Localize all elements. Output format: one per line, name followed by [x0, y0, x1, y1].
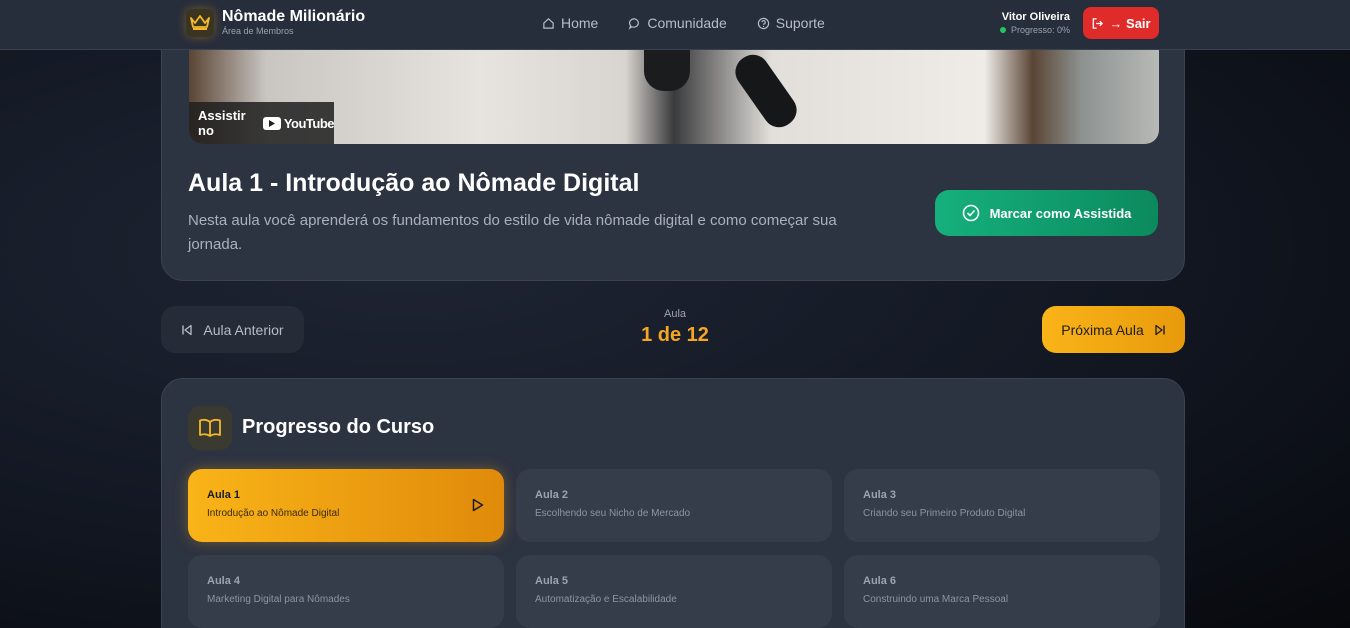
logout-label: → Sair — [1109, 15, 1151, 31]
crown-icon — [186, 8, 214, 37]
lesson-item-5[interactable]: Aula 5 Automatização e Escalabilidade — [516, 555, 832, 628]
lesson-number: Aula 4 — [207, 575, 241, 587]
play-icon — [472, 498, 484, 512]
nav-community-label: Comunidade — [647, 15, 727, 31]
lesson-card: Assistir no YouTube Aula 1 - Introdução … — [161, 20, 1185, 281]
user-progress-text: Progresso: 0% — [1010, 25, 1070, 35]
nav-support-label: Suporte — [775, 15, 825, 31]
previous-lesson-label: Aula Anterior — [203, 321, 284, 338]
check-circle-icon — [962, 204, 979, 222]
lesson-number: Aula 6 — [863, 575, 897, 587]
lesson-counter-label: Aula — [663, 308, 687, 320]
lesson-name: Marketing Digital para Nômades — [207, 594, 350, 605]
video-frame-detail-2 — [729, 48, 803, 134]
lesson-name: Automatização e Escalabilidade — [535, 594, 677, 605]
lesson-item-2[interactable]: Aula 2 Escolhendo seu Nicho de Mercado — [516, 469, 832, 542]
brand-subtitle: Área de Membros — [222, 26, 294, 36]
previous-lesson-button[interactable]: Aula Anterior — [161, 306, 304, 353]
top-header: Nômade Milionário Área de Membros Home C… — [0, 0, 1350, 50]
lesson-number: Aula 5 — [535, 575, 569, 587]
next-lesson-button[interactable]: Próxima Aula — [1042, 306, 1185, 353]
lesson-item-1[interactable]: Aula 1 Introdução ao Nômade Digital — [188, 469, 504, 542]
chat-icon — [629, 17, 640, 30]
lesson-name: Escolhendo seu Nicho de Mercado — [535, 508, 691, 519]
nav-community[interactable]: Comunidade — [628, 15, 727, 31]
lesson-name: Construindo uma Marca Pessoal — [863, 594, 1009, 605]
logout-button[interactable]: → Sair — [1083, 7, 1159, 39]
main-nav: Home Comunidade Suporte — [542, 15, 825, 31]
youtube-label: YouTube — [283, 115, 335, 131]
nav-home[interactable]: Home — [542, 15, 598, 31]
progress-title: Progresso do Curso — [242, 416, 435, 438]
lesson-item-3[interactable]: Aula 3 Criando seu Primeiro Produto Digi… — [844, 469, 1160, 542]
book-icon — [188, 406, 232, 450]
skip-back-icon — [182, 324, 193, 335]
nav-home-label: Home — [561, 15, 599, 31]
lesson-name: Criando seu Primeiro Produto Digital — [863, 508, 1026, 519]
user-name: Vitor Oliveira — [1001, 11, 1070, 23]
course-progress-card: Progresso do Curso Aula 1 Introdução ao … — [161, 378, 1185, 628]
help-icon — [757, 17, 769, 29]
lesson-number: Aula 3 — [863, 489, 897, 501]
youtube-play-icon — [262, 116, 281, 130]
lesson-title: Aula 1 - Introdução ao Nômade Digital — [188, 169, 640, 197]
nav-support[interactable]: Suporte — [757, 15, 825, 31]
lesson-counter: Aula 1 de 12 — [575, 308, 775, 347]
brand-title: Nômade Milionário — [222, 8, 366, 25]
youtube-logo: YouTube — [262, 115, 335, 131]
skip-forward-icon — [1155, 324, 1165, 335]
lesson-item-6[interactable]: Aula 6 Construindo uma Marca Pessoal — [844, 555, 1160, 628]
lesson-list: Aula 1 Introdução ao Nômade Digital Aula… — [188, 469, 1160, 628]
lesson-number: Aula 1 — [207, 489, 241, 501]
lesson-item-4[interactable]: Aula 4 Marketing Digital para Nômades — [188, 555, 504, 628]
user-progress: Progresso: 0% — [999, 24, 1070, 36]
lesson-counter-value: 1 de 12 — [641, 324, 709, 346]
mark-watched-button[interactable]: Marcar como Assistida — [935, 190, 1158, 236]
mark-watched-label: Marcar como Assistida — [989, 205, 1132, 221]
watch-on-youtube-link[interactable]: Assistir no YouTube — [189, 102, 335, 144]
lesson-name: Introdução ao Nômade Digital — [207, 508, 340, 519]
brand[interactable]: Nômade Milionário Área de Membros — [186, 8, 365, 37]
status-dot — [999, 27, 1006, 33]
lesson-number: Aula 2 — [535, 489, 569, 501]
home-icon — [543, 17, 554, 29]
lesson-description: Nesta aula você aprenderá os fundamentos… — [188, 212, 837, 253]
user-info: Vitor Oliveira Progresso: 0% — [999, 10, 1070, 36]
watch-on-label: Assistir no — [198, 108, 246, 138]
logout-icon — [1093, 17, 1104, 29]
next-lesson-label: Próxima Aula — [1061, 321, 1144, 338]
